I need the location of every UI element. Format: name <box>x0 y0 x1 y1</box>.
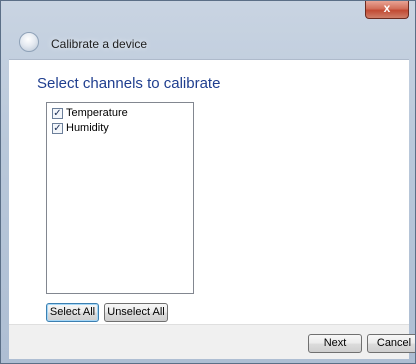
cancel-button[interactable]: Cancel <box>367 334 415 353</box>
next-button[interactable]: Next <box>308 334 362 353</box>
select-all-button[interactable]: Select All <box>46 303 99 322</box>
unselect-all-button[interactable]: Unselect All <box>104 303 168 322</box>
channel-item-temperature[interactable]: ✓ Temperature <box>47 106 193 120</box>
wizard-footer: Next Cancel <box>9 324 415 359</box>
channel-item-humidity[interactable]: ✓ Humidity <box>47 121 193 135</box>
page-heading: Select channels to calibrate <box>37 75 221 92</box>
channel-label: Humidity <box>66 122 109 134</box>
channel-list[interactable]: ✓ Temperature ✓ Humidity <box>46 102 194 294</box>
title-bar: x <box>1 1 415 19</box>
close-icon: x <box>383 1 391 15</box>
wizard-content: Select channels to calibrate ✓ Temperatu… <box>9 59 409 324</box>
checkbox-humidity[interactable]: ✓ <box>52 122 63 134</box>
checkbox-temperature[interactable]: ✓ <box>52 107 63 119</box>
back-arrow-icon[interactable] <box>19 32 39 52</box>
wizard-window: x Calibrate a device Select channels to … <box>0 0 416 364</box>
channel-label: Temperature <box>66 107 128 119</box>
wizard-title: Calibrate a device <box>51 37 148 51</box>
wizard-header: Calibrate a device <box>1 15 415 59</box>
